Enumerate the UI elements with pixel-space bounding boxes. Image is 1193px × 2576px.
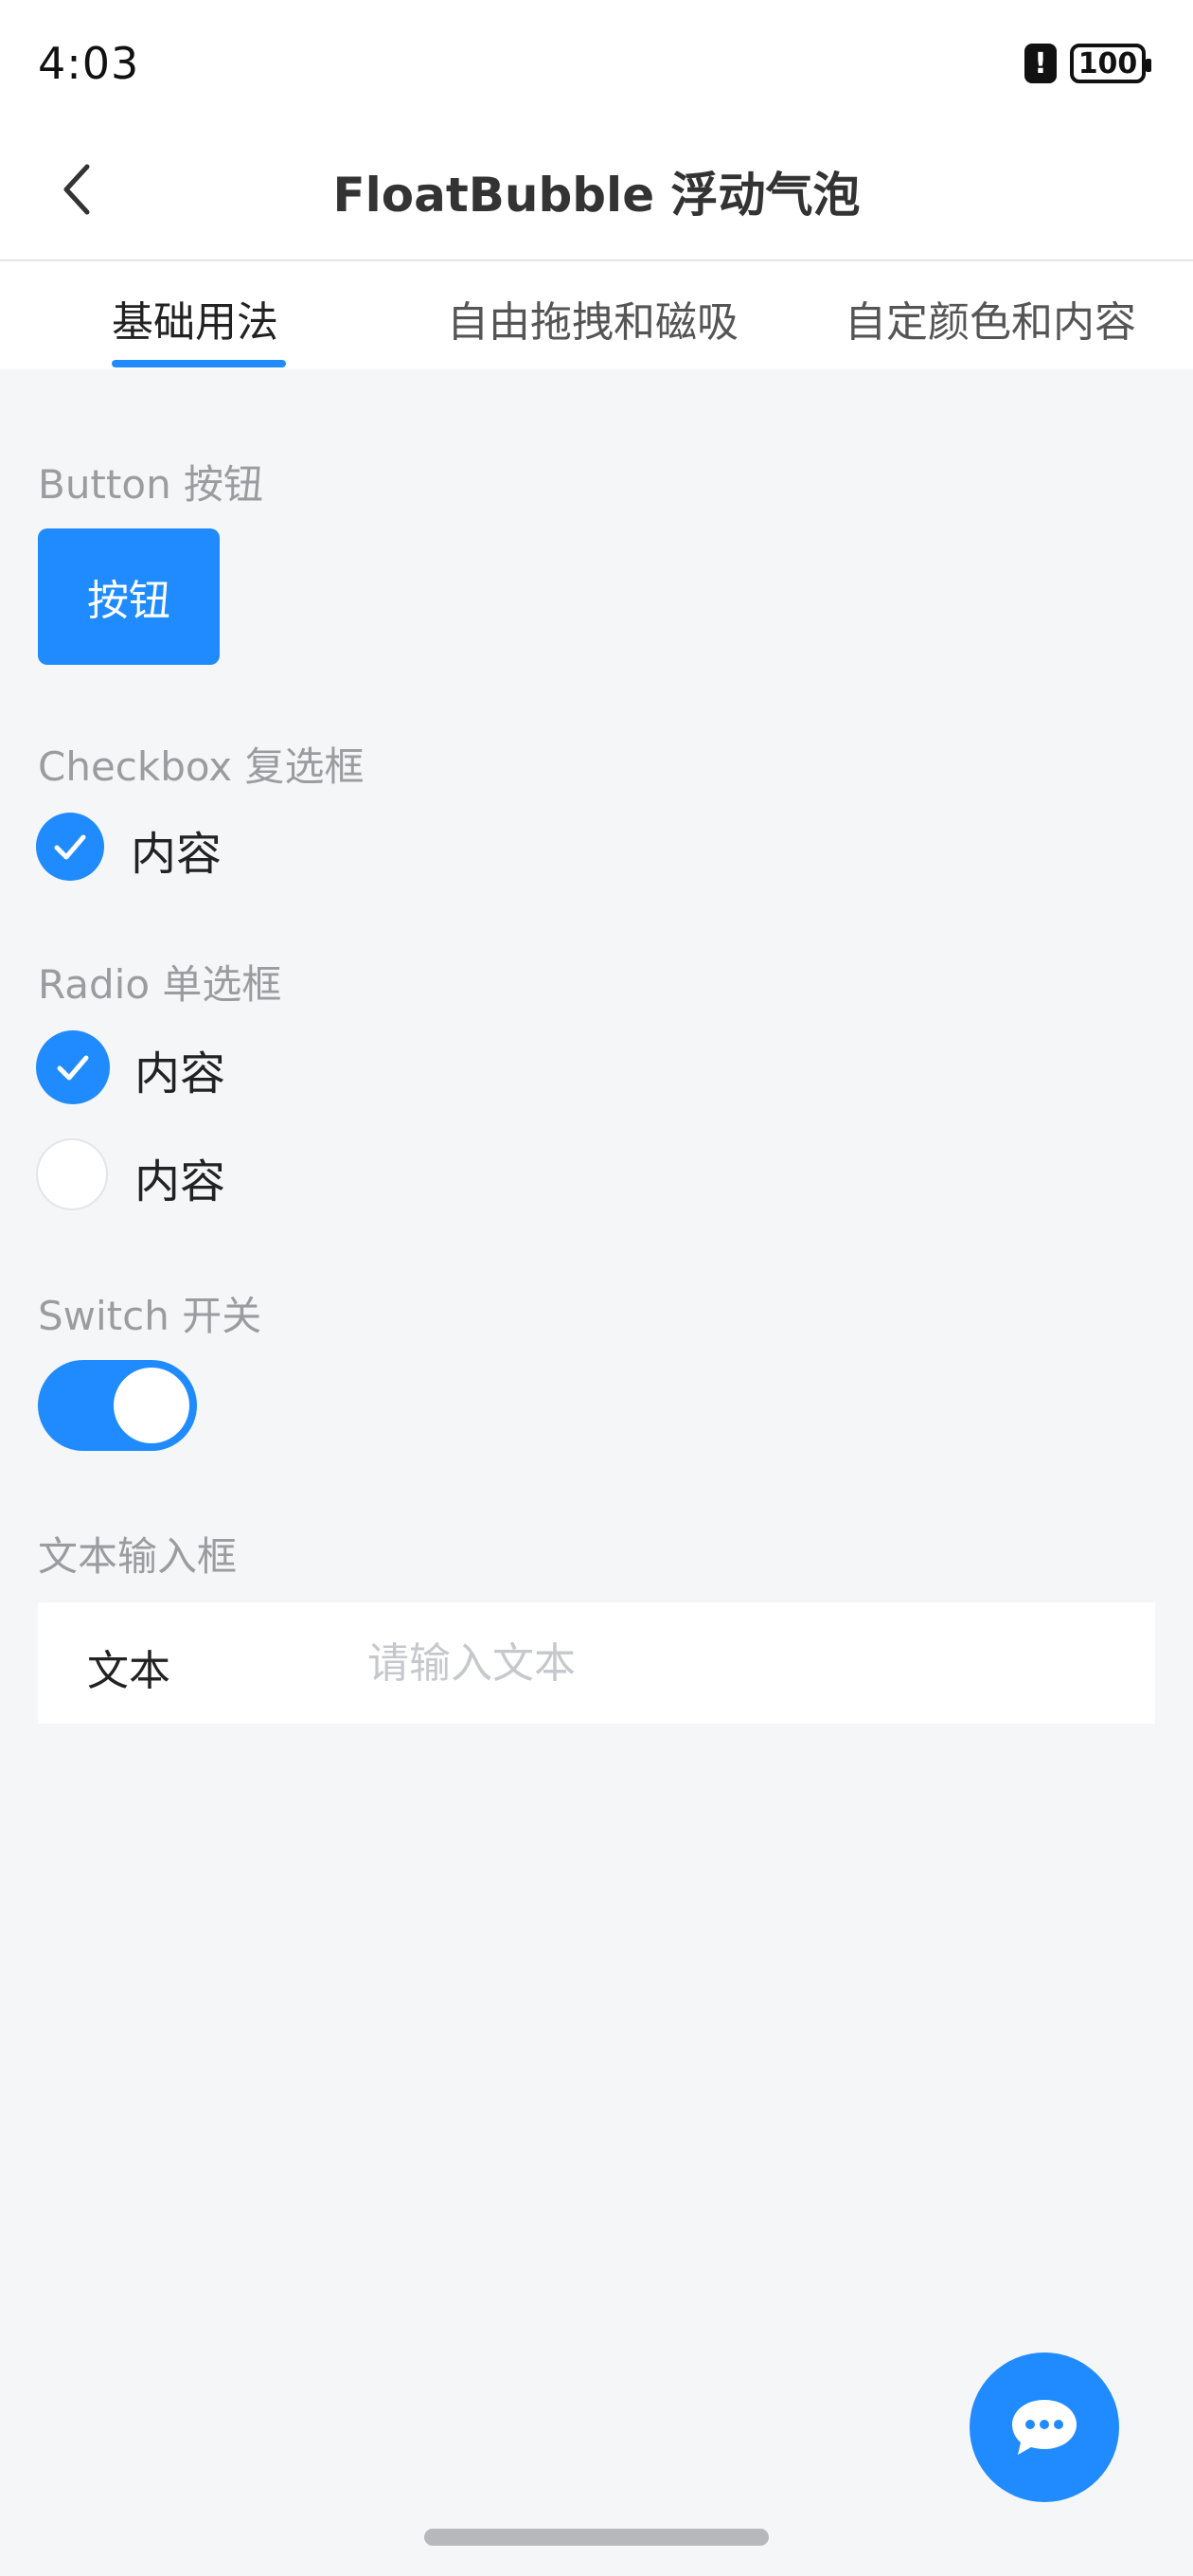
tab-bar: 基础用法 自由拖拽和磁吸 自定颜色和内容 [0, 259, 1193, 369]
home-indicator [424, 2529, 769, 2546]
page-title: FloatBubble 浮动气泡 [332, 168, 861, 223]
section-title-text-input: 文本输入框 [38, 1533, 238, 1580]
tab-drag-and-snap[interactable]: 自由拖拽和磁吸 [447, 288, 739, 349]
radio-option-2[interactable] [36, 1138, 108, 1210]
check-icon [54, 834, 86, 860]
float-bubble[interactable] [970, 2352, 1119, 2502]
battery-level: 100 [1077, 46, 1138, 80]
status-icons: ! 100 [1024, 44, 1151, 83]
text-field-row: 文本 [38, 1602, 1155, 1724]
radio-option-1-label: 内容 [134, 1047, 226, 1100]
top-bar: 4:03 ! 100 FloatBubble 浮动气泡 [0, 0, 1193, 259]
checkbox[interactable] [36, 813, 104, 881]
text-field-label: 文本 [87, 1647, 170, 1695]
section-title-switch: Switch 开关 [38, 1293, 262, 1339]
battery-icon: 100 [1070, 44, 1151, 83]
section-title-button: Button 按钮 [38, 461, 264, 508]
section-title-radio: Radio 单选框 [38, 961, 282, 1008]
radio-option-2-label: 内容 [134, 1155, 226, 1208]
check-icon [57, 1055, 89, 1081]
section-title-checkbox: Checkbox 复选框 [38, 743, 365, 790]
active-tab-indicator [112, 360, 286, 367]
checkbox-label: 内容 [131, 828, 223, 881]
alert-icon: ! [1024, 44, 1057, 83]
chat-bubble-icon [1012, 2400, 1077, 2455]
page: 4:03 ! 100 FloatBubble 浮动气泡 基础用法 自由拖拽和磁吸… [0, 0, 1193, 2576]
status-time: 4:03 [38, 38, 140, 89]
tab-basic-usage[interactable]: 基础用法 [112, 288, 278, 349]
switch-knob [114, 1368, 189, 1443]
toggle-switch[interactable] [38, 1360, 197, 1451]
text-input[interactable] [367, 1629, 1106, 1697]
demo-button[interactable]: 按钮 [38, 528, 220, 665]
tab-custom-color-content[interactable]: 自定颜色和内容 [845, 288, 1136, 349]
radio-option-1[interactable] [36, 1030, 110, 1104]
